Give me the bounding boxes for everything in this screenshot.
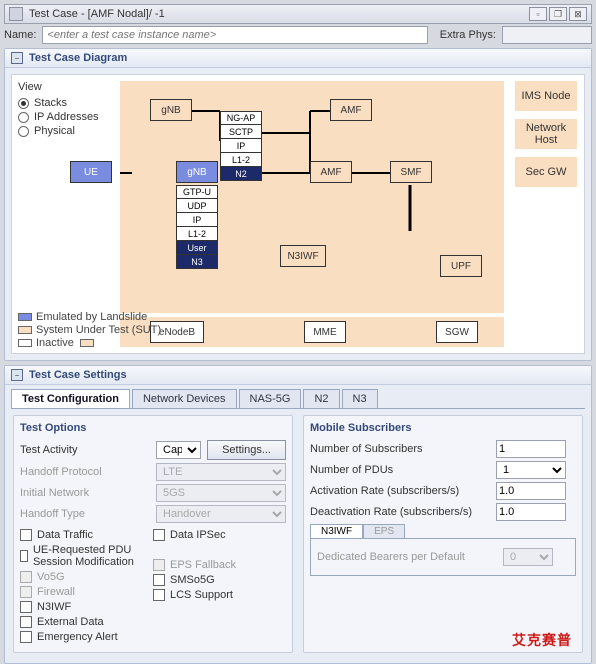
side-node-ims[interactable]: IMS Node <box>515 81 577 111</box>
subtab-eps[interactable]: EPS <box>363 524 405 539</box>
mobile-subs-title: Mobile Subscribers <box>310 422 576 434</box>
view-panel: View Stacks IP Addresses Physical <box>18 81 113 139</box>
diagram-body: View Stacks IP Addresses Physical <box>11 74 585 354</box>
window-min-button[interactable]: ▫ <box>529 7 547 21</box>
settings-section-title: Test Case Settings <box>29 369 127 381</box>
bottom-tier: eNodeB MME SGW <box>120 317 504 347</box>
side-node-network-host[interactable]: Network Host <box>515 119 577 149</box>
chk-emergency-alert[interactable]: Emergency Alert <box>20 631 153 643</box>
settings-section: − Test Case Settings Test Configuration … <box>4 365 592 664</box>
row-initial-network: Initial Network 5GS <box>20 484 286 502</box>
chk-external-data[interactable]: External Data <box>20 616 153 628</box>
radio-dot-icon <box>18 112 29 123</box>
num-pdus-select[interactable]: 1 <box>496 461 566 479</box>
diagram-section: − Test Case Diagram View Stacks IP Addre… <box>4 48 592 361</box>
settings-section-header: − Test Case Settings <box>5 366 591 385</box>
diagram-section-title: Test Case Diagram <box>29 52 127 64</box>
chk-eps-fallback: EPS Fallback <box>153 559 286 571</box>
legend-swatch-inactive <box>18 339 32 347</box>
node-n3iwf[interactable]: N3IWF <box>280 245 326 267</box>
deactivation-rate-input[interactable] <box>496 503 566 521</box>
subtab-n3iwf[interactable]: N3IWF <box>310 524 363 539</box>
initial-network-select: 5GS <box>156 484 286 502</box>
handoff-type-select: Handover <box>156 505 286 523</box>
settings-body: Test Configuration Network Devices NAS-5… <box>5 385 591 663</box>
node-smf[interactable]: SMF <box>390 161 432 183</box>
view-opt-stacks[interactable]: Stacks <box>18 97 113 109</box>
chk-firewall: Firewall <box>20 586 153 598</box>
window-title: Test Case - [AMF Nodal]/ -1 <box>29 8 527 20</box>
settings-tabs: Test Configuration Network Devices NAS-5… <box>11 389 585 409</box>
row-test-activity: Test Activity Capacity Test Settings... <box>20 440 286 460</box>
tab-test-configuration[interactable]: Test Configuration <box>11 389 130 408</box>
row-handoff-type: Handoff Type Handover <box>20 505 286 523</box>
tab-nas-5g[interactable]: NAS-5G <box>239 389 302 408</box>
row-activation-rate: Activation Rate (subscribers/s) <box>310 482 576 500</box>
legend-swatch-inactive2 <box>80 339 94 347</box>
subtab-row: N3IWF EPS <box>310 524 576 539</box>
extra-phys-box[interactable] <box>502 26 592 44</box>
chk-smso5g[interactable]: SMSo5G <box>153 574 286 586</box>
chk-data-traffic[interactable]: Data Traffic <box>20 529 153 541</box>
tab-network-devices[interactable]: Network Devices <box>132 389 237 408</box>
mobile-subscribers-panel: Mobile Subscribers Number of Subscribers… <box>303 415 583 653</box>
stack-n3[interactable]: GTP-U UDP IP L1-2 User N3 <box>176 185 218 269</box>
window-max-button[interactable]: ❐ <box>549 7 567 21</box>
chk-n3iwf[interactable]: N3IWF <box>20 601 153 613</box>
legend-swatch-sut <box>18 326 32 334</box>
test-options-panel: Test Options Test Activity Capacity Test… <box>13 415 293 653</box>
stack-n2[interactable]: NG-AP SCTP IP L1-2 N2 <box>220 111 262 181</box>
activation-rate-input[interactable] <box>496 482 566 500</box>
node-gnb[interactable]: gNB <box>176 161 218 183</box>
subtab-panel: Dedicated Bearers per Default 0 <box>310 538 576 576</box>
node-upf[interactable]: UPF <box>440 255 482 277</box>
node-ue[interactable]: UE <box>70 161 112 183</box>
handoff-protocol-select: LTE <box>156 463 286 481</box>
row-num-pdus: Number of PDUs 1 <box>310 461 576 479</box>
diagram-collapse-toggle[interactable]: − <box>11 52 23 64</box>
diagram-section-header: − Test Case Diagram <box>5 49 591 68</box>
side-column: IMS Node Network Host Sec GW <box>514 81 578 195</box>
title-bar: Test Case - [AMF Nodal]/ -1 ▫ ❐ ⊠ <box>4 4 592 24</box>
diagram-canvas[interactable]: gNB AMF gNB AMF SMF NG-AP SCTP IP L1-2 N… <box>120 81 504 313</box>
extra-phys-label: Extra Phys: <box>440 29 496 41</box>
chk-lcs-support[interactable]: LCS Support <box>153 589 286 601</box>
tab-n3[interactable]: N3 <box>342 389 378 408</box>
row-num-subscribers: Number of Subscribers <box>310 440 576 458</box>
test-activity-settings-button[interactable]: Settings... <box>207 440 286 460</box>
checkbox-columns: Data Traffic UE-Requested PDU Session Mo… <box>20 526 286 646</box>
row-handoff-protocol: Handoff Protocol LTE <box>20 463 286 481</box>
tab-n2[interactable]: N2 <box>303 389 339 408</box>
node-gnb-top[interactable]: gNB <box>150 99 192 121</box>
row-deactivation-rate: Deactivation Rate (subscribers/s) <box>310 503 576 521</box>
radio-dot-icon <box>18 98 29 109</box>
test-options-title: Test Options <box>20 422 286 434</box>
chk-vo5g: Vo5G <box>20 571 153 583</box>
node-mme[interactable]: MME <box>304 321 346 343</box>
name-label: Name: <box>4 29 36 41</box>
view-panel-title: View <box>18 81 113 93</box>
node-amf[interactable]: AMF <box>310 161 352 183</box>
view-opt-physical[interactable]: Physical <box>18 125 113 137</box>
chk-data-ipsec[interactable]: Data IPSec <box>153 529 286 541</box>
num-subscribers-input[interactable] <box>496 440 566 458</box>
app-icon <box>9 7 23 21</box>
node-amf-top[interactable]: AMF <box>330 99 372 121</box>
chk-ue-requested-pdu[interactable]: UE-Requested PDU Session Modification <box>20 544 153 568</box>
dedicated-bearers-select: 0 <box>503 548 553 566</box>
window-close-button[interactable]: ⊠ <box>569 7 587 21</box>
legend-swatch-emulated <box>18 313 32 321</box>
diagram-legend: Emulated by Landslide System Under Test … <box>18 310 161 349</box>
name-row: Name: Extra Phys: <box>4 26 592 44</box>
side-node-secgw[interactable]: Sec GW <box>515 157 577 187</box>
view-opt-ipaddr[interactable]: IP Addresses <box>18 111 113 123</box>
name-input[interactable] <box>42 26 427 44</box>
node-sgw[interactable]: SGW <box>436 321 478 343</box>
settings-collapse-toggle[interactable]: − <box>11 369 23 381</box>
test-activity-select[interactable]: Capacity Test <box>156 441 201 459</box>
radio-dot-icon <box>18 126 29 137</box>
watermark-brand: 艾克赛普 <box>512 630 572 650</box>
settings-columns: Test Options Test Activity Capacity Test… <box>11 409 585 659</box>
